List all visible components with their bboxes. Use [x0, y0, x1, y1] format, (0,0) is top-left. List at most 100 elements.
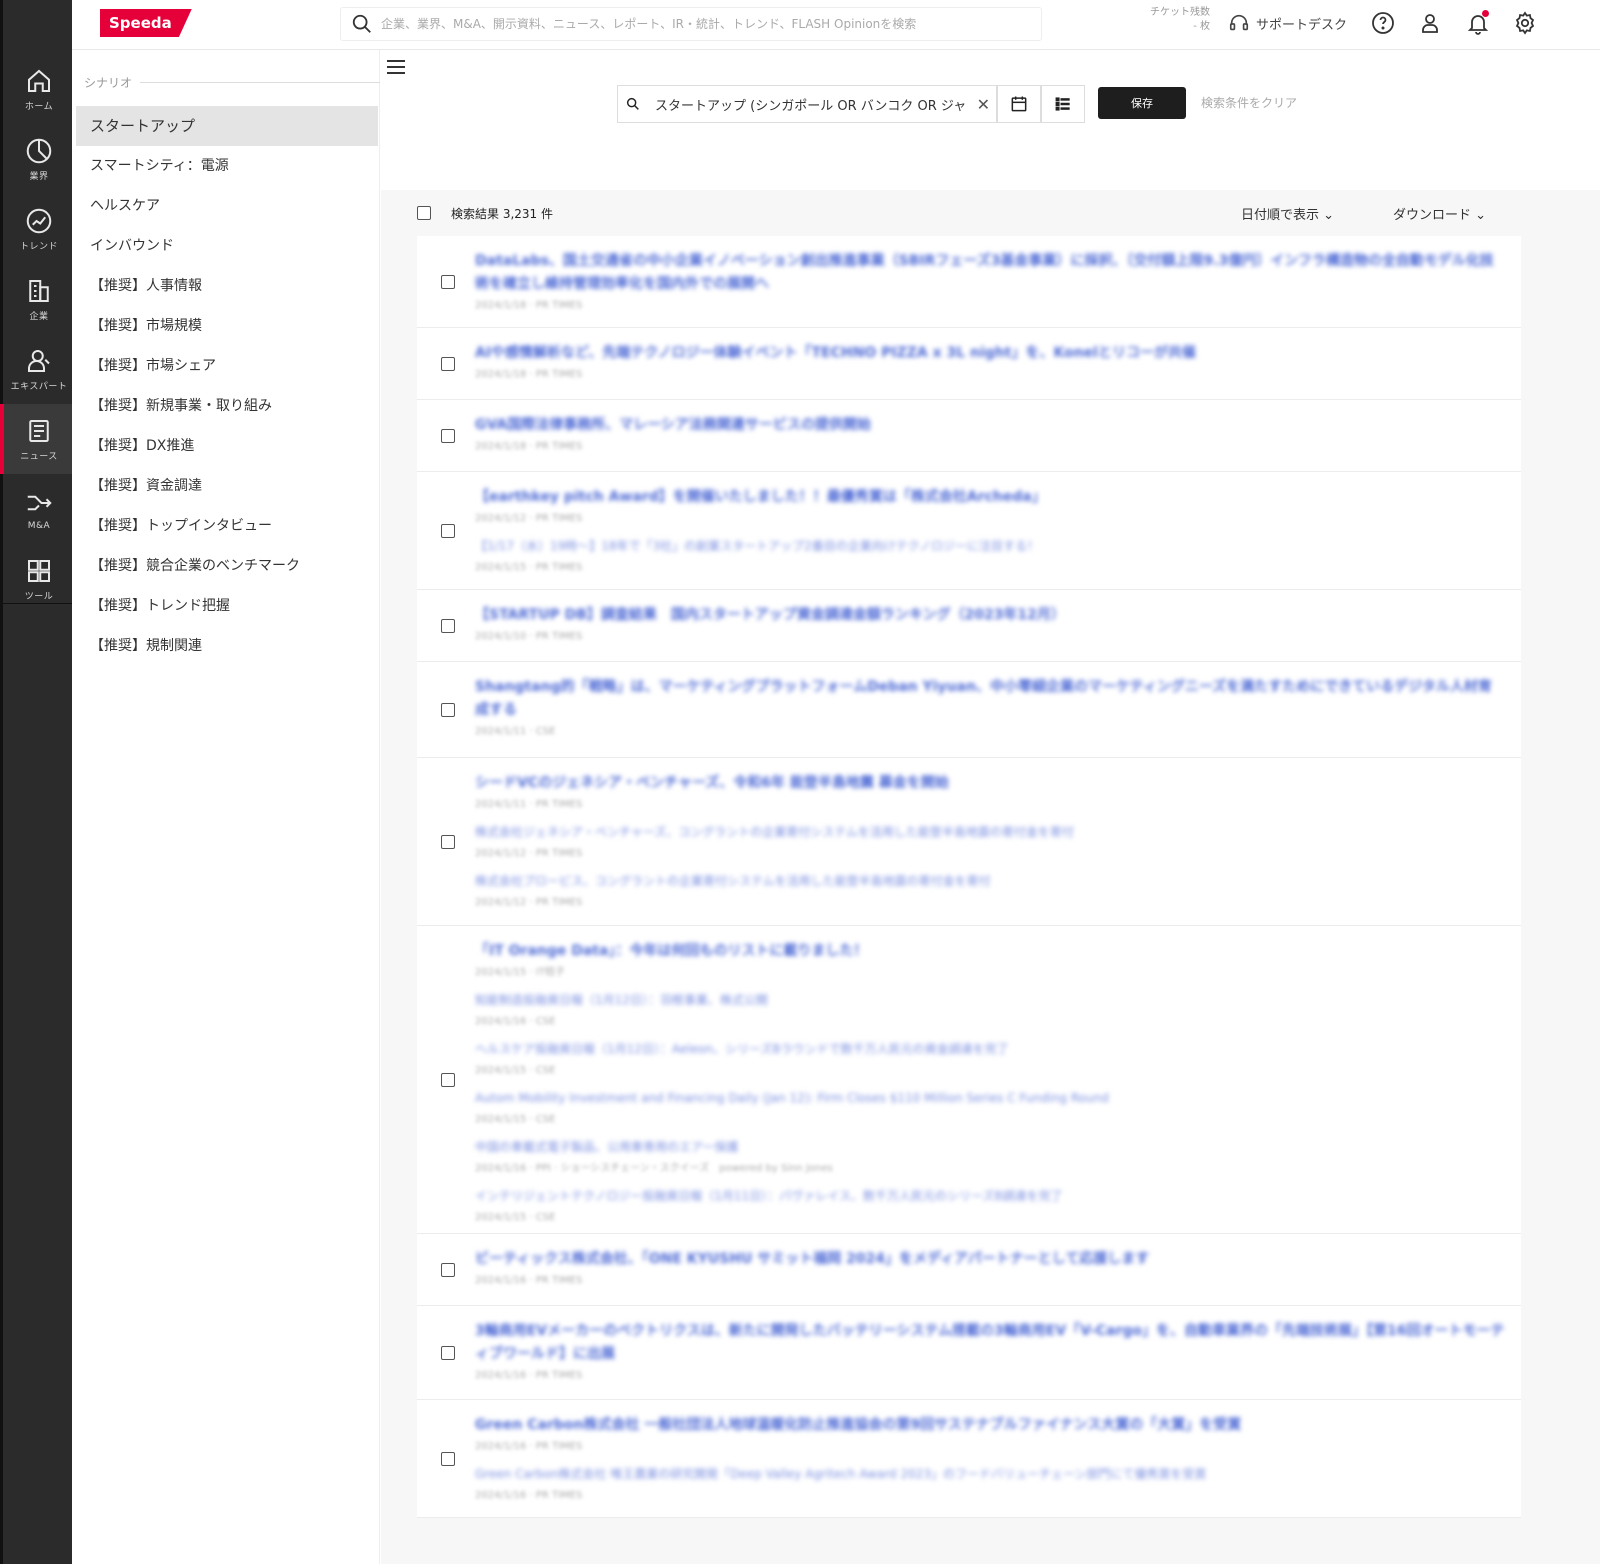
scenario-item[interactable]: 【推奨】新規事業・取り組み	[76, 386, 378, 426]
result-checkbox[interactable]	[441, 429, 455, 443]
news-title-link[interactable]: 【STARTUP DB】調査結果 国内スタートアップ資金調達金額ランキング（20…	[475, 604, 1505, 627]
news-title-link[interactable]: 株式会社プロービス、コングラントの企業寄付システムを活用した能登半島地震の寄付金…	[475, 870, 1505, 893]
result-checkbox[interactable]	[441, 275, 455, 289]
result-entries: Shangtang的「戦略」は、マーケティングプラットフォームDeban Yiy…	[475, 676, 1505, 748]
rail-item-news[interactable]: ニュース	[0, 404, 75, 474]
scenario-item[interactable]: 【推奨】トップインタビュー	[76, 506, 378, 546]
rail-item-home[interactable]: ホーム	[3, 54, 75, 124]
news-title-link[interactable]: シードVCのジェネシア・ベンチャーズ、令和6年 能登半島地震 募金を開始	[475, 772, 1505, 795]
news-title-link[interactable]: AIや感情解析など、先端テクノロジー体験イベント「TECHNO PIZZA x …	[475, 342, 1505, 365]
rail-item-expert[interactable]: エキスパート	[3, 334, 75, 404]
scenario-item[interactable]: 【推奨】規制関連	[76, 626, 378, 666]
news-title-link[interactable]: 中国の車載式電子製品、公用車専用のエアー保護	[475, 1136, 1505, 1159]
news-meta: 2024/1/16 · PR TIMES	[475, 1275, 583, 1286]
news-title-link[interactable]: Shangtang的「戦略」は、マーケティングプラットフォームDeban Yiy…	[475, 676, 1505, 722]
ticket-counter: チケット残数 - 枚	[1132, 6, 1210, 34]
help-button[interactable]	[1369, 9, 1397, 37]
result-checkbox[interactable]	[441, 357, 455, 371]
clear-query-icon[interactable]: ✕	[977, 95, 990, 114]
scenario-item[interactable]: ヘルスケア	[76, 186, 378, 226]
scenario-list: スタートアップ スマートシティ：電源 ヘルスケア インバウンド 【推奨】人事情報 【推奨】…	[76, 106, 378, 666]
news-entry: 知能制造投融資日報（1月12日）：羽根事業、株式公開 2024/1/16 · CS…	[475, 989, 1505, 1030]
news-meta: 2024/1/16 · PR TIMES	[475, 1370, 583, 1381]
download-dropdown[interactable]: ダウンロード ⌄	[1393, 204, 1486, 223]
news-title-link[interactable]: Green Carbon株式会社 一般社団法人地球温暖化防止推進協会の第9回サス…	[475, 1414, 1505, 1437]
expert-icon	[28, 350, 50, 372]
scenario-item[interactable]: 【推奨】トレンド把握	[76, 586, 378, 626]
news-title-link[interactable]: インテリジェントテクノロジー投融資日報（1月11日）：パヴァレイス、数千万人民元…	[475, 1185, 1505, 1208]
news-title-link[interactable]: 知能制造投融資日報（1月12日）：羽根事業、株式公開	[475, 989, 1505, 1012]
news-meta: 2024/1/18 · PR TIMES	[475, 300, 583, 311]
news-meta: 2024/1/15 · CSE	[475, 1114, 556, 1125]
result-checkbox[interactable]	[441, 1346, 455, 1360]
news-meta: 2024/1/12 · PR TIMES	[475, 848, 583, 859]
global-search[interactable]	[340, 7, 1042, 41]
save-query-button[interactable]: 保存	[1098, 87, 1186, 119]
ticket-label: チケット残数	[1150, 7, 1210, 18]
scenario-item[interactable]: 【推奨】市場規模	[76, 306, 378, 346]
query-input[interactable]: スタートアップ (シンガポール OR バンコク OR ジャ ✕	[617, 85, 997, 123]
support-desk-button[interactable]: サポートデスク	[1228, 10, 1347, 36]
news-meta: 2024/1/16 · PR TIMES	[475, 1490, 583, 1501]
result-checkbox[interactable]	[441, 703, 455, 717]
scenario-item[interactable]: スマートシティ：電源	[76, 146, 378, 186]
rail-item-merge[interactable]: M&A	[3, 474, 75, 544]
notification-badge	[1482, 10, 1489, 17]
news-title-link[interactable]: 「IT Orange Data」：今年は何回ものリストに載りました！	[475, 940, 1505, 963]
news-title-link[interactable]: 【1/17（水）19時〜】18年で「3社」の創業スタートアップ2番目の企業向けテ…	[475, 535, 1505, 558]
result-checkbox[interactable]	[441, 1263, 455, 1277]
news-title-link[interactable]: ビーティックス株式会社、「ONE KYUSHU サミット福岡 2024」をメディ…	[475, 1248, 1505, 1271]
scenario-item[interactable]: スタートアップ	[76, 106, 378, 146]
news-entry: 株式会社プロービス、コングラントの企業寄付システムを活用した能登半島地震の寄付金…	[475, 870, 1505, 911]
grid-icon	[28, 560, 50, 582]
news-entry: Green Carbon株式会社 唯王農業の研究開発「Deep Valley A…	[475, 1463, 1505, 1504]
news-title-link[interactable]: Autom Mobility Investment and Financing …	[475, 1087, 1505, 1110]
menu-toggle-icon[interactable]	[387, 60, 405, 74]
home-icon	[28, 69, 50, 92]
scenario-item[interactable]: 【推奨】DX推進	[76, 426, 378, 466]
result-checkbox[interactable]	[441, 619, 455, 633]
date-filter-button[interactable]	[997, 85, 1041, 123]
settings-button[interactable]	[1511, 9, 1539, 37]
scenario-item[interactable]: 【推奨】人事情報	[76, 266, 378, 306]
list-view-button[interactable]	[1041, 85, 1085, 123]
result-entries: 「IT Orange Data」：今年は何回ものリストに載りました！ 2024/1…	[475, 940, 1505, 1234]
news-title-link[interactable]: Green Carbon株式会社 唯王農業の研究開発「Deep Valley A…	[475, 1463, 1505, 1486]
account-button[interactable]	[1416, 9, 1444, 37]
rail-item-trend[interactable]: トレンド	[3, 194, 75, 264]
rail-item-label: ツール	[24, 592, 54, 602]
rail-item-building[interactable]: 企業	[3, 264, 75, 334]
select-all-checkbox[interactable]	[417, 206, 431, 220]
news-entry: 【STARTUP DB】調査結果 国内スタートアップ資金調達金額ランキング（20…	[475, 604, 1505, 645]
news-main: スタートアップ (シンガポール OR バンコク OR ジャ ✕ 保存 検索条件を…	[381, 50, 1600, 1564]
news-title-link[interactable]: ヘルスケア投融資日報（1月12日）：Aeleon、シリーズBラウンドで数千万人民…	[475, 1038, 1505, 1061]
news-icon	[29, 420, 49, 442]
scenario-item[interactable]: 【推奨】資金調達	[76, 466, 378, 506]
global-search-input[interactable]	[381, 17, 1021, 31]
result-checkbox[interactable]	[441, 524, 455, 538]
scenario-item[interactable]: 【推奨】市場シェア	[76, 346, 378, 386]
clear-conditions-link[interactable]: 検索条件をクリア	[1201, 94, 1297, 111]
search-icon	[352, 14, 371, 33]
news-title-link[interactable]: 3輪商用EVメーカーのベクトリクスは、新たに開発したバッテリーシステム搭載の3輪…	[475, 1320, 1505, 1366]
result-checkbox[interactable]	[441, 835, 455, 849]
news-meta: 2024/1/18 · PR TIMES	[475, 441, 583, 452]
ticket-value: - 枚	[1193, 21, 1210, 32]
news-title-link[interactable]: DataLabs、国土交通省の中小企業イノベーション創出推進事業（SBIRフェー…	[475, 250, 1505, 296]
query-text[interactable]: スタートアップ (シンガポール OR バンコク OR ジャ	[655, 95, 965, 114]
news-title-link[interactable]: GVA国際法律事務所、マレーシア法務関連サービスの提供開始	[475, 414, 1505, 437]
trend-icon	[26, 208, 52, 234]
scenario-item[interactable]: インバウンド	[76, 226, 378, 266]
result-checkbox[interactable]	[441, 1073, 455, 1087]
sort-dropdown[interactable]: 日付順で表示 ⌄	[1241, 204, 1334, 223]
rail-item-pie[interactable]: 業界	[3, 124, 75, 194]
speeda-logo[interactable]: Speeda	[100, 9, 192, 37]
gear-icon	[1515, 11, 1535, 35]
top-header: Speeda チケット残数 - 枚 サポートデスク	[72, 0, 1600, 50]
news-title-link[interactable]: 【earthkey pitch Award】を開催いたしました！！最優秀賞は「株…	[475, 486, 1505, 509]
news-title-link[interactable]: 株式会社ジェネシア・ベンチャーズ、コングラントの企業寄付システムを活用した能登半…	[475, 821, 1505, 844]
result-checkbox[interactable]	[441, 1452, 455, 1466]
scenario-item[interactable]: 【推奨】競合企業のベンチマーク	[76, 546, 378, 586]
notifications-button[interactable]	[1464, 9, 1492, 37]
rail-item-label: M&A	[27, 520, 51, 531]
